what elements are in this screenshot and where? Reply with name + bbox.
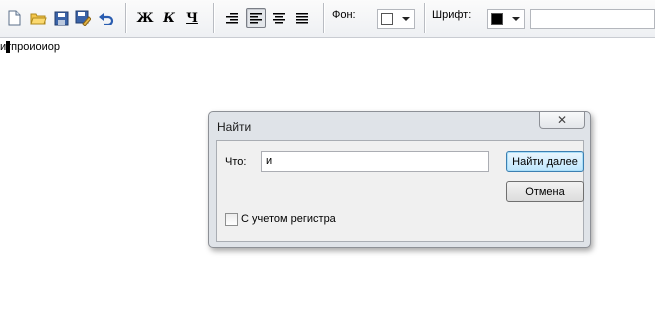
align-center-icon [273, 12, 285, 23]
toolbar-separator [125, 3, 126, 33]
toolbar: Ж К Ч Фон: Шрифт: [0, 0, 655, 38]
chevron-down-icon [402, 17, 410, 21]
find-dialog: Найти ✕ Что: и Найти далее Отмена С учет… [208, 111, 591, 248]
toolbar-separator [213, 3, 214, 33]
close-icon: ✕ [556, 113, 568, 127]
bold-button[interactable]: Ж [135, 8, 155, 28]
align-right-button[interactable] [222, 8, 242, 28]
text-cursor [6, 41, 10, 53]
font-label: Шрифт: [432, 9, 472, 21]
close-button[interactable]: ✕ [539, 112, 585, 129]
underline-icon: Ч [186, 10, 198, 26]
match-case-checkbox[interactable] [225, 212, 238, 226]
open-folder-icon [29, 13, 47, 24]
bold-icon: Ж [136, 10, 154, 26]
search-input[interactable]: и [261, 151, 489, 172]
save-as-icon [75, 10, 91, 26]
match-case-label: С учетом регистра [241, 213, 336, 225]
search-label: Что: [225, 156, 247, 168]
save-button[interactable] [51, 8, 71, 28]
font-color-swatch [491, 13, 503, 25]
align-center-button[interactable] [269, 8, 289, 28]
align-left-button[interactable] [246, 8, 266, 28]
background-label: Фон: [332, 9, 356, 21]
toolbar-separator [323, 3, 324, 33]
find-next-button[interactable]: Найти далее [506, 151, 584, 172]
italic-button[interactable]: К [159, 8, 179, 28]
new-document-button[interactable] [4, 8, 24, 28]
align-justify-button[interactable] [292, 8, 312, 28]
toolbar-separator [424, 3, 425, 33]
underline-button[interactable]: Ч [182, 8, 202, 28]
undo-button[interactable] [96, 8, 116, 28]
background-color-picker[interactable] [377, 9, 415, 29]
dialog-body: Что: и Найти далее Отмена С учетом регис… [216, 140, 584, 242]
font-color-picker[interactable] [487, 9, 525, 29]
font-name-field[interactable] [530, 9, 655, 29]
dialog-title: Найти [217, 120, 252, 134]
background-color-swatch [381, 13, 393, 25]
align-left-icon [250, 12, 262, 23]
match-case-option[interactable]: С учетом регистра [225, 212, 336, 226]
new-document-icon [8, 10, 20, 26]
chevron-down-icon [512, 17, 520, 21]
save-as-button[interactable] [73, 8, 93, 28]
align-justify-icon [296, 12, 308, 23]
undo-icon [99, 13, 114, 25]
italic-icon: К [163, 10, 175, 26]
cancel-button[interactable]: Отмена [506, 181, 584, 202]
save-icon [54, 11, 68, 25]
open-button[interactable] [28, 8, 48, 28]
align-right-icon [226, 12, 238, 23]
